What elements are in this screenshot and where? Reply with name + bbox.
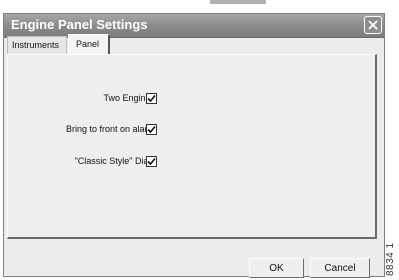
screenshot: Engine Panel Settings Instruments Panel … bbox=[0, 0, 399, 280]
panel-tab-content bbox=[7, 54, 377, 239]
checkbox-classic-dials[interactable] bbox=[146, 156, 157, 167]
close-button[interactable] bbox=[364, 16, 382, 34]
background-fragment bbox=[210, 0, 266, 4]
close-icon bbox=[368, 20, 378, 30]
checkmark-icon bbox=[147, 157, 156, 166]
ok-button[interactable]: OK bbox=[249, 258, 304, 278]
title-bar[interactable]: Engine Panel Settings bbox=[4, 14, 384, 38]
option-label-classic-dials: "Classic Style" Dials bbox=[74, 156, 155, 166]
checkbox-two-engines[interactable] bbox=[146, 93, 157, 104]
tab-instruments[interactable]: Instruments bbox=[7, 36, 67, 54]
checkmark-icon bbox=[147, 125, 156, 134]
checkmark-icon bbox=[147, 94, 156, 103]
figure-code: 8834 1 bbox=[385, 242, 396, 276]
checkbox-bring-to-front[interactable] bbox=[146, 124, 157, 135]
option-label-bring-to-front: Bring to front on alarm bbox=[65, 124, 155, 134]
window-title: Engine Panel Settings bbox=[11, 17, 148, 32]
tab-panel[interactable]: Panel bbox=[68, 34, 110, 54]
cancel-button[interactable]: Cancel bbox=[310, 258, 370, 278]
